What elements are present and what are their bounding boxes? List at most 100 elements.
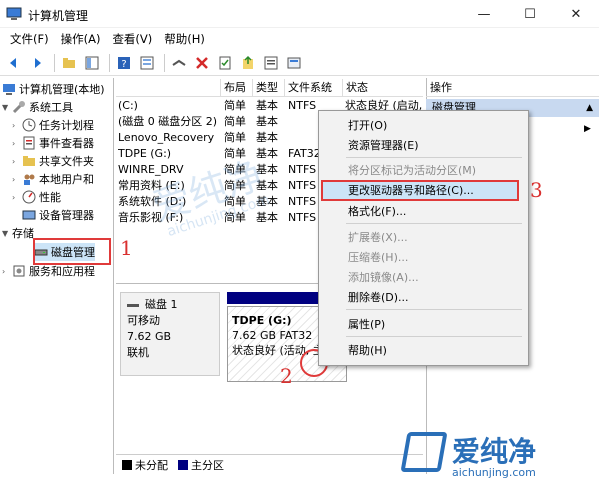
chevron-right-icon[interactable]: › — [12, 139, 22, 148]
svg-text:?: ? — [121, 59, 126, 70]
col-status[interactable]: 状态 — [342, 79, 422, 97]
volume-name: (磁盘 0 磁盘分区 2) — [118, 115, 218, 128]
volume-type: 基本 — [256, 147, 278, 160]
tree-device-manager[interactable]: 设备管理器 — [22, 206, 94, 224]
tree-root[interactable]: 计算机管理(本地) — [2, 80, 105, 98]
tree-task-scheduler[interactable]: › 任务计划程 — [12, 116, 94, 134]
tree-shared-folders-label: 共享文件夹 — [39, 155, 94, 168]
ctx-delete[interactable]: 删除卷(D)... — [348, 289, 409, 307]
chevron-down-icon[interactable]: ▼ — [2, 229, 12, 238]
col-filesystem[interactable]: 文件系统 — [284, 79, 342, 97]
zoom-icon[interactable] — [284, 53, 304, 73]
volume-name: Lenovo_Recovery — [118, 131, 215, 144]
help-icon[interactable]: ? — [114, 53, 134, 73]
ctx-change-drive-letter[interactable]: 更改驱动器号和路径(C)... — [348, 182, 474, 200]
checklist-icon[interactable] — [215, 53, 235, 73]
ctx-format[interactable]: 格式化(F)... — [348, 203, 406, 221]
volume-fs: NTFS — [288, 195, 317, 208]
ctx-separator — [346, 157, 522, 158]
export-icon[interactable] — [238, 53, 258, 73]
tree-root-label: 计算机管理(本地) — [19, 83, 105, 96]
chevron-right-icon[interactable]: ▶ — [584, 124, 591, 134]
ctx-explorer[interactable]: 资源管理器(E) — [348, 137, 419, 155]
tree-system-tools-label: 系统工具 — [29, 101, 73, 114]
volume-layout: 简单 — [224, 131, 246, 144]
tree-system-tools[interactable]: ▼ 系统工具 — [2, 98, 73, 116]
tree-event-viewer[interactable]: › 事件查看器 — [12, 134, 94, 152]
navigation-tree: 计算机管理(本地) ▼ 系统工具 › 任务计划程 › 事件查看器 › 共享文件夹… — [0, 78, 114, 474]
disk-info-box[interactable]: 磁盘 1 可移动 7.62 GB 联机 — [120, 292, 220, 376]
legend-primary: 主分区 — [191, 458, 224, 472]
close-button[interactable]: ✕ — [553, 0, 599, 28]
title-bar: 计算机管理 — ☐ ✕ — [0, 0, 599, 28]
connect-icon[interactable] — [169, 53, 189, 73]
toolbar-separator — [54, 53, 55, 72]
menu-bar: 文件(F) 操作(A) 查看(V) 帮助(H) — [0, 28, 599, 50]
clock-icon — [22, 118, 36, 132]
maximize-button[interactable]: ☐ — [507, 0, 553, 28]
chevron-right-icon[interactable]: › — [12, 157, 22, 166]
chevron-right-icon[interactable]: › — [12, 175, 22, 184]
ctx-open[interactable]: 打开(O) — [348, 117, 387, 135]
toolbar: ? — [0, 50, 599, 76]
watermark-url: aichunjing.com — [452, 466, 536, 479]
ctx-shrink: 压缩卷(H)... — [348, 251, 409, 264]
ctx-properties[interactable]: 属性(P) — [348, 316, 385, 334]
actions-header: 操作 — [426, 79, 599, 97]
volume-type: 基本 — [256, 99, 278, 112]
chevron-down-icon[interactable]: ▼ — [2, 103, 12, 112]
col-layout[interactable]: 布局 — [220, 79, 250, 97]
show-tree-icon[interactable] — [82, 53, 102, 73]
delete-icon[interactable] — [192, 53, 212, 73]
event-log-icon — [22, 136, 36, 150]
tree-device-manager-label: 设备管理器 — [39, 209, 94, 222]
annotation-box-disk-management — [33, 238, 111, 265]
tree-task-scheduler-label: 任务计划程 — [39, 119, 94, 132]
legend: 未分配 主分区 — [116, 454, 423, 474]
forward-icon[interactable] — [27, 53, 47, 73]
device-manager-icon — [22, 208, 36, 222]
watermark-logo-icon — [400, 432, 448, 472]
volume-fs: NTFS — [288, 99, 317, 112]
volume-layout: 简单 — [224, 99, 246, 112]
menu-action[interactable]: 操作(A) — [55, 31, 107, 47]
toolbar-separator — [109, 53, 110, 72]
col-type[interactable]: 类型 — [252, 79, 284, 97]
legend-swatch-primary — [178, 459, 188, 470]
ctx-add-mirror: 添加镜像(A)... — [348, 271, 419, 284]
disk-header: 磁盘 1 — [127, 297, 213, 313]
tree-services-label: 服务和应用程 — [29, 265, 95, 278]
tree-storage-label: 存储 — [12, 227, 34, 240]
chevron-right-icon[interactable]: › — [12, 121, 22, 130]
disk-state: 联机 — [127, 346, 149, 359]
volume-fs: NTFS — [288, 211, 317, 224]
menu-file[interactable]: 文件(F) — [4, 31, 55, 47]
minimize-button[interactable]: — — [461, 0, 507, 28]
ctx-separator — [346, 223, 522, 224]
ctx-help[interactable]: 帮助(H) — [348, 342, 387, 360]
services-icon — [12, 264, 26, 278]
menu-view[interactable]: 查看(V) — [106, 31, 158, 47]
folder-up-icon[interactable] — [59, 53, 79, 73]
volume-type: 基本 — [256, 131, 278, 144]
tools-icon — [12, 100, 26, 114]
ctx-extend: 扩展卷(X)... — [348, 231, 408, 244]
chevron-right-icon[interactable]: › — [2, 267, 12, 276]
performance-icon — [22, 190, 36, 204]
back-icon[interactable] — [4, 53, 24, 73]
volume-fs: FAT32 — [288, 147, 321, 160]
legend-swatch-unallocated — [122, 459, 132, 470]
tree-performance[interactable]: › 性能 — [12, 188, 61, 206]
chevron-right-icon[interactable]: › — [12, 193, 22, 202]
tree-local-users[interactable]: › 本地用户和 — [12, 170, 94, 188]
menu-help[interactable]: 帮助(H) — [158, 31, 211, 47]
annotation-number-3: 3 — [530, 178, 543, 202]
search-icon[interactable] — [261, 53, 281, 73]
tree-storage[interactable]: ▼ 存储 — [2, 224, 34, 242]
tree-event-viewer-label: 事件查看器 — [39, 137, 94, 150]
properties-icon[interactable] — [137, 53, 157, 73]
annotation-number-1: 1 — [120, 236, 133, 260]
watermark-brand: 爱纯净 — [452, 435, 537, 468]
tree-shared-folders[interactable]: › 共享文件夹 — [12, 152, 94, 170]
chevron-up-icon[interactable]: ▲ — [586, 99, 593, 117]
